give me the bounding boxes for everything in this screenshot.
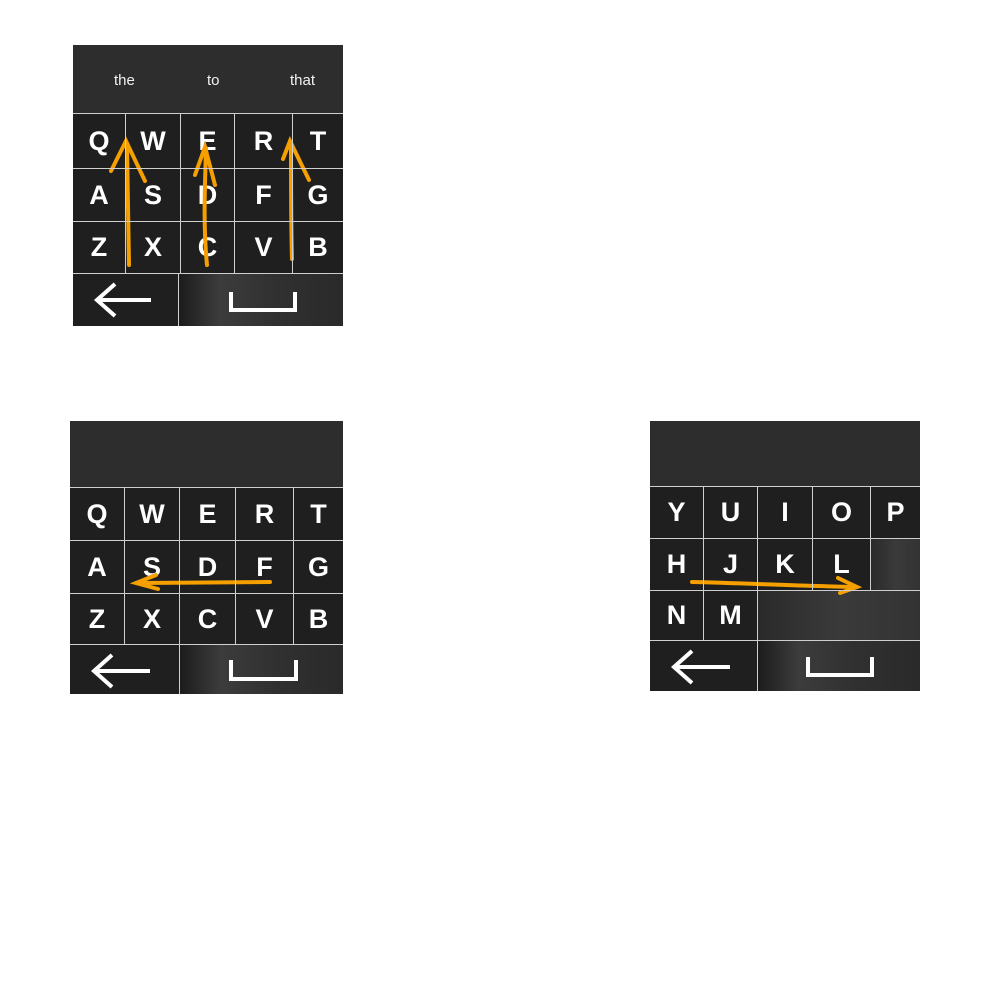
key-divider [179,487,180,645]
suggestion-2[interactable]: to [207,72,220,89]
key-divider [70,487,343,488]
suggestion-bar: the to that [73,45,343,113]
backspace-key[interactable] [73,274,178,326]
key-c[interactable]: C [181,222,234,273]
key-w[interactable]: W [125,488,179,540]
key-divider [650,538,920,539]
key-s[interactable]: S [126,169,180,221]
key-e[interactable]: E [180,488,235,540]
space-key[interactable] [179,274,343,326]
key-divider [235,487,236,645]
space-key[interactable] [758,641,920,691]
key-u[interactable]: U [704,487,757,538]
key-divider [870,486,871,590]
key-divider [70,540,343,541]
key-f[interactable]: F [235,169,292,221]
key-p[interactable]: P [871,487,920,538]
key-divider [70,644,343,645]
space-bracket-icon [229,292,297,312]
key-divider [124,487,125,645]
key-divider [812,486,813,590]
empty-key-area [871,539,920,590]
key-v[interactable]: V [235,222,292,273]
backspace-key[interactable] [70,645,179,694]
key-divider [73,273,343,274]
key-z[interactable]: Z [70,594,124,644]
key-divider [703,486,704,641]
key-b[interactable]: B [294,594,343,644]
key-divider [73,221,343,222]
key-v[interactable]: V [236,594,293,644]
key-r[interactable]: R [236,488,293,540]
key-s[interactable]: S [125,541,179,593]
key-x[interactable]: X [126,222,180,273]
key-b[interactable]: B [293,222,343,273]
key-q[interactable]: Q [70,488,124,540]
suggestion-1[interactable]: the [114,72,135,89]
key-t[interactable]: T [293,114,343,168]
key-a[interactable]: A [73,169,125,221]
key-w[interactable]: W [126,114,180,168]
key-divider [179,645,180,694]
suggestion-bar-empty [650,421,920,486]
key-divider [180,113,181,274]
key-l[interactable]: L [813,539,870,590]
space-bracket-icon [229,660,298,681]
key-h[interactable]: H [650,539,703,590]
key-divider [178,274,179,326]
key-divider [70,593,343,594]
key-divider [757,641,758,691]
space-bracket-icon [806,657,874,677]
space-key[interactable] [180,645,343,694]
backspace-key[interactable] [650,641,757,691]
key-x[interactable]: X [125,594,179,644]
key-c[interactable]: C [180,594,235,644]
suggestion-3[interactable]: that [290,72,315,89]
key-g[interactable]: G [293,169,343,221]
key-divider [73,168,343,169]
key-divider [293,487,294,645]
keyboard-bottom-left: Q W E R T A S D F G Z X C V B [70,421,343,694]
key-d[interactable]: D [181,169,234,221]
key-e[interactable]: E [181,114,234,168]
keyboard-top-left: the to that Q W E R T A S D F G Z X C V … [73,45,343,326]
key-divider [292,113,293,274]
key-i[interactable]: I [758,487,812,538]
key-n[interactable]: N [650,591,703,640]
key-divider [650,640,920,641]
suggestion-bar-empty [70,421,343,487]
key-j[interactable]: J [704,539,757,590]
key-divider [234,113,235,274]
key-t[interactable]: T [294,488,343,540]
key-f[interactable]: F [236,541,293,593]
key-a[interactable]: A [70,541,124,593]
key-m[interactable]: M [704,591,757,640]
key-d[interactable]: D [180,541,235,593]
key-divider [650,590,920,591]
key-z[interactable]: Z [73,222,125,273]
key-k[interactable]: K [758,539,812,590]
keyboard-bottom-right: Y U I O P H J K L N M [650,421,920,691]
key-y[interactable]: Y [650,487,703,538]
left-arrow-icon [90,653,150,689]
left-arrow-icon [93,282,151,318]
key-g[interactable]: G [294,541,343,593]
key-q[interactable]: Q [73,114,125,168]
key-divider [757,486,758,641]
empty-key-area [758,591,920,640]
key-divider [73,113,343,114]
key-divider [125,113,126,274]
left-arrow-icon [670,649,730,685]
key-r[interactable]: R [235,114,292,168]
key-o[interactable]: O [813,487,870,538]
key-divider [650,486,920,487]
